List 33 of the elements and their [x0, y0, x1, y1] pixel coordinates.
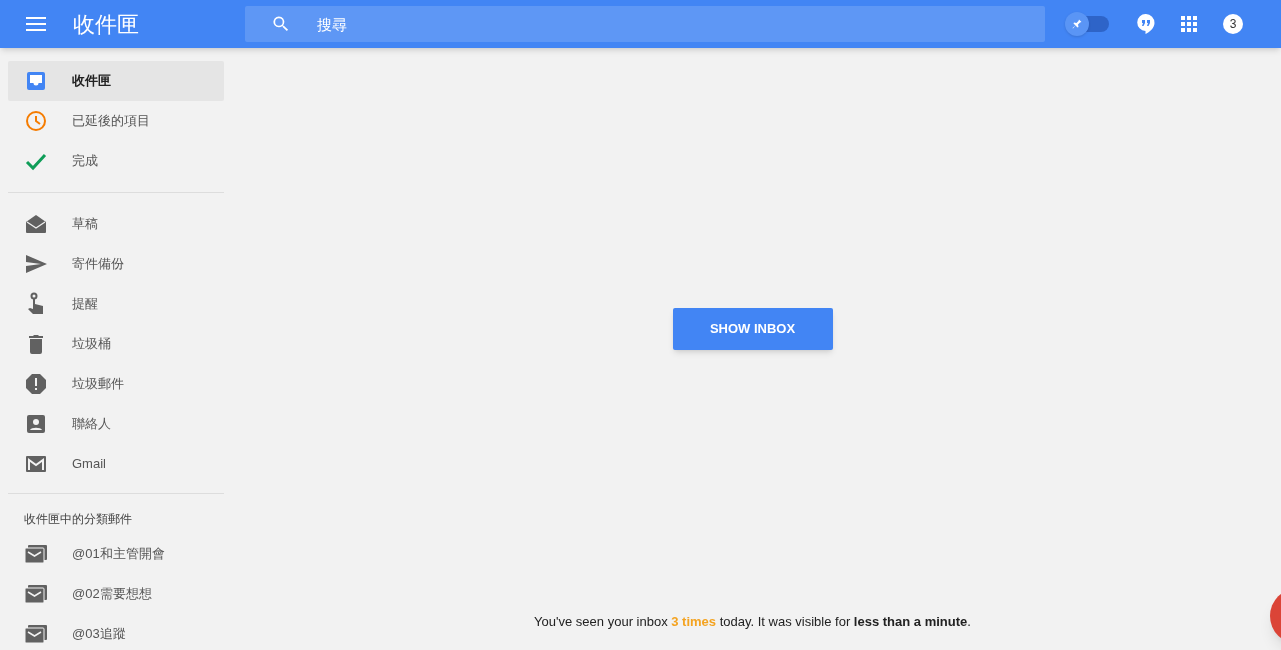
exclamation-icon — [24, 372, 48, 396]
sidebar-item[interactable]: 聯絡人 — [8, 404, 224, 444]
sidebar-item[interactable]: 垃圾郵件 — [8, 364, 224, 404]
stacked-envelope-icon — [24, 622, 48, 646]
sidebar-item[interactable]: 草稿 — [8, 204, 224, 244]
inbox-tray-icon — [24, 69, 48, 93]
person-card-icon — [24, 412, 48, 436]
clock-icon — [24, 109, 48, 133]
section-heading: 收件匣中的分類郵件 — [23, 511, 133, 528]
sidebar-item[interactable]: @03追蹤 — [8, 614, 224, 650]
stacked-envelope-icon — [24, 582, 48, 606]
pin-icon — [1071, 18, 1083, 30]
search-icon — [271, 14, 291, 34]
account-badge[interactable]: 3 — [1223, 14, 1243, 34]
menu-icon[interactable] — [26, 17, 46, 31]
stacked-envelope-icon — [24, 542, 48, 566]
chat-bubble-icon[interactable] — [1137, 14, 1155, 34]
sidebar-item[interactable]: 已延後的項目 — [8, 101, 224, 141]
sidebar-item[interactable]: 垃圾桶 — [8, 324, 224, 364]
show-inbox-button[interactable]: SHOW INBOX — [672, 308, 833, 350]
inbox-visit-summary: You've seen your inbox 3 times today. It was visible for less than a minute. — [534, 613, 971, 631]
sidebar-item[interactable]: @01和主管開會 — [8, 534, 224, 574]
open-envelope-icon — [24, 212, 48, 236]
sidebar-item[interactable]: 寄件備份 — [8, 244, 224, 284]
sidebar-item[interactable]: 完成 — [8, 141, 224, 181]
app-title: 收件匣 — [73, 10, 140, 39]
sidebar-item[interactable]: 收件匣 — [8, 61, 224, 101]
sidebar-item[interactable]: Gmail — [8, 444, 224, 484]
sidebar-item[interactable]: 提醒 — [8, 284, 224, 324]
apps-grid-icon[interactable] — [1181, 16, 1197, 32]
send-icon — [24, 252, 48, 276]
pin-toggle[interactable] — [1065, 12, 1111, 36]
sidebar-item[interactable]: @02需要想想 — [8, 574, 224, 614]
